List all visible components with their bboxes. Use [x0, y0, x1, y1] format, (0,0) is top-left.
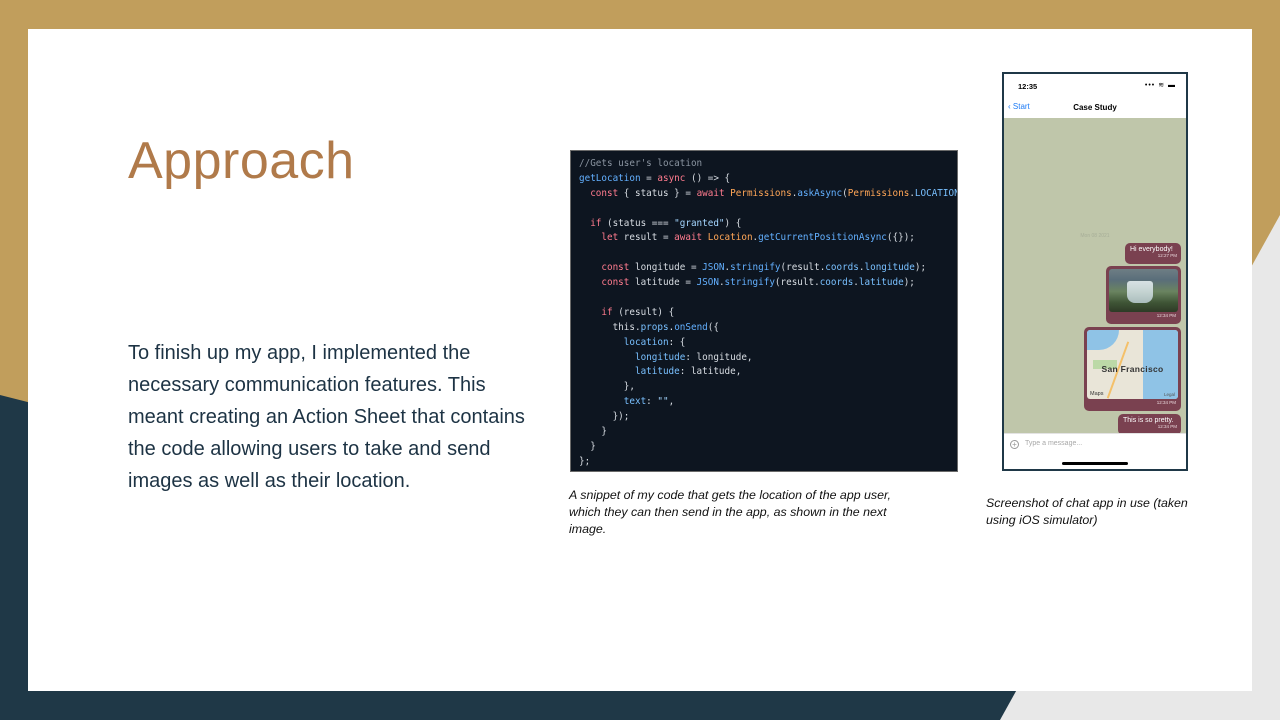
- code-line: const latitude = JSON.stringify(result.c…: [579, 277, 915, 289]
- map-water: [1087, 330, 1119, 350]
- code-line: this.props.onSend({: [579, 321, 719, 333]
- slide-title: Approach: [128, 132, 355, 190]
- code-line: location: {: [579, 336, 686, 348]
- nav-title: Case Study: [1073, 103, 1117, 112]
- message-time: 12:34 PM: [1156, 400, 1176, 405]
- waterfall-photo[interactable]: [1109, 269, 1178, 312]
- code-caption: A snippet of my code that gets the locat…: [569, 488, 891, 536]
- message-time: 12:27 PM: [1157, 253, 1177, 258]
- nav-bar: ‹ Start Case Study: [1004, 100, 1186, 119]
- message-time: 12:34 PM: [1157, 424, 1177, 429]
- signal-wifi-battery-icon: ••• ≋ ▬: [1144, 82, 1176, 89]
- code-line: if (status === "granted") {: [579, 217, 742, 229]
- code-line: latitude: latitude,: [579, 366, 742, 378]
- code-line: const { status } = await Permissions.ask…: [579, 187, 958, 199]
- code-line: let result = await Location.getCurrentPo…: [579, 232, 915, 244]
- code-line: if (result) {: [579, 306, 675, 318]
- screenshot-caption: Screenshot of chat app in use (taken usi…: [986, 496, 1188, 527]
- code-line: });: [579, 411, 630, 423]
- message-input[interactable]: Type a message...: [1025, 440, 1082, 447]
- code-line: }: [579, 440, 596, 452]
- code-line: longitude: longitude,: [579, 351, 753, 363]
- code-line: }: [579, 426, 607, 438]
- code-line: text: "",: [579, 396, 675, 408]
- code-line: const longitude = JSON.stringify(result.…: [579, 262, 927, 274]
- add-action-icon[interactable]: +: [1010, 440, 1019, 449]
- maps-logo: Maps: [1090, 391, 1104, 397]
- message-text: This is so pretty.: [1123, 417, 1174, 424]
- chat-area[interactable]: Mon 08 2021 Hi everybody! 12:27 PM 12:34…: [1004, 118, 1186, 435]
- location-message-bubble[interactable]: San Francisco Maps Legal 12:34 PM: [1084, 327, 1181, 411]
- map-view[interactable]: San Francisco Maps Legal: [1087, 330, 1178, 399]
- code-snippet-image: //Gets user's location getLocation = asyn…: [570, 150, 958, 472]
- code-block: //Gets user's location getLocation = asyn…: [571, 151, 957, 470]
- message-bubble[interactable]: This is so pretty. 12:34 PM: [1118, 414, 1181, 435]
- code-line: //Gets user's location: [579, 158, 703, 169]
- status-bar: 12:35 ••• ≋ ▬: [1004, 74, 1186, 100]
- status-time: 12:35: [1018, 82, 1038, 91]
- message-time: 12:34 PM: [1156, 313, 1176, 318]
- date-separator: Mon 08 2021: [1080, 233, 1110, 239]
- code-line: };: [579, 455, 591, 467]
- home-indicator: [1062, 462, 1128, 465]
- map-legal-link[interactable]: Legal: [1164, 392, 1175, 397]
- message-bubble[interactable]: Hi everybody! 12:27 PM: [1125, 243, 1181, 264]
- slide-body-text: To finish up my app, I implemented the n…: [128, 342, 525, 492]
- map-city-label: San Francisco: [1101, 364, 1164, 374]
- image-message-bubble[interactable]: 12:34 PM: [1106, 266, 1181, 324]
- phone-screenshot: 12:35 ••• ≋ ▬ ‹ Start Case Study Mon 08 …: [1002, 72, 1188, 471]
- message-text: Hi everybody!: [1130, 246, 1173, 253]
- message-input-bar: + Type a message...: [1004, 433, 1186, 456]
- code-line: },: [579, 381, 635, 393]
- code-line: getLocation = async () => {: [579, 172, 731, 184]
